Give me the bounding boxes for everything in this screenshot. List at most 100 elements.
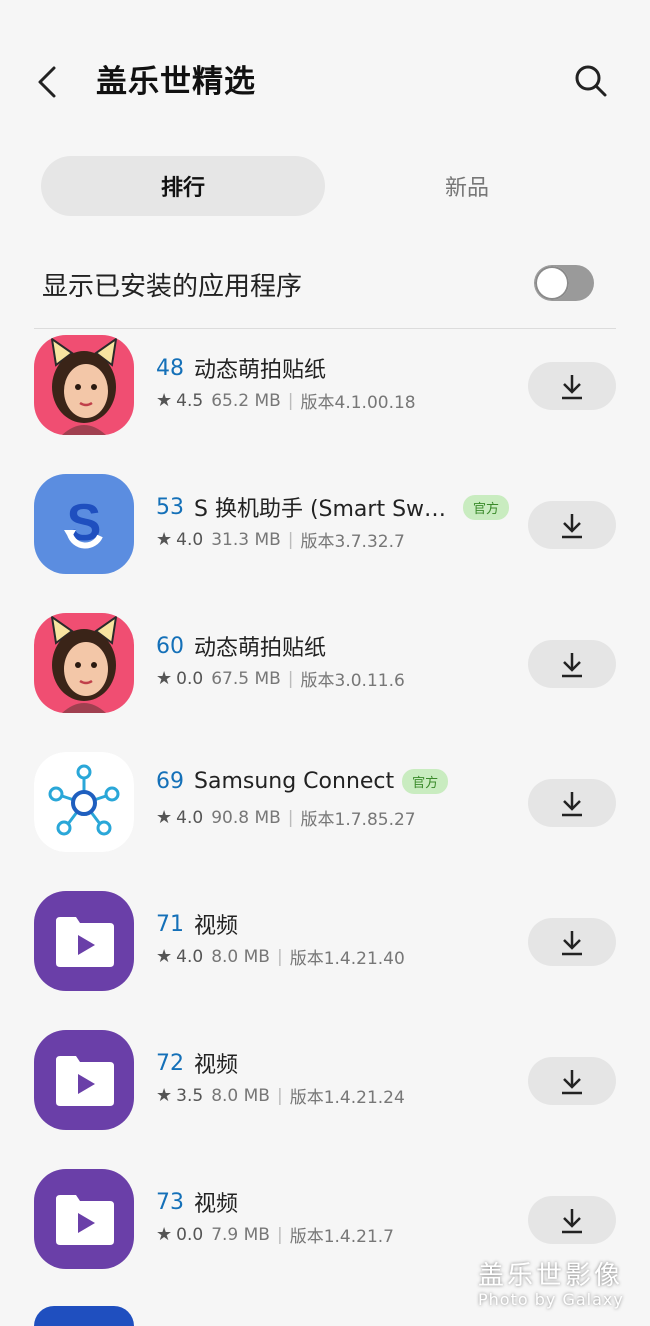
download-icon — [562, 514, 582, 539]
star-icon: ★ — [156, 1085, 173, 1106]
app-rank: 69 — [156, 769, 184, 794]
list-item[interactable]: 71 视频 ★ 4.0 8.0 MB | 版本1.4.21.40 — [0, 891, 650, 1030]
watermark-subtitle: Photo by Galaxy — [478, 1290, 624, 1309]
app-meta: ★ 4.0 8.0 MB | 版本1.4.21.40 — [156, 944, 405, 969]
show-installed-row: 显示已安装的应用程序 — [0, 250, 650, 320]
app-title: 53 S 换机助手 (Smart Switch) 官方 — [156, 491, 510, 523]
download-icon — [562, 931, 582, 956]
app-size: 65.2 MB — [211, 390, 281, 411]
app-rank: 71 — [156, 911, 184, 937]
app-size: 90.8 MB — [211, 807, 281, 828]
download-icon — [562, 653, 582, 678]
app-title: 73 视频 — [156, 1186, 238, 1218]
app-meta: ★ 0.0 67.5 MB | 版本3.0.11.6 — [156, 666, 405, 691]
search-icon[interactable] — [570, 60, 612, 102]
download-button[interactable] — [528, 1057, 616, 1105]
partial-app-icon — [34, 1306, 134, 1326]
toggle-knob — [535, 266, 569, 300]
app-rating: 4.0 — [176, 529, 204, 550]
app-rank: 48 — [156, 355, 184, 381]
back-arrow-icon[interactable] — [30, 60, 70, 104]
download-button[interactable] — [528, 362, 616, 410]
video-app-icon — [34, 891, 134, 991]
list-item[interactable]: 69 Samsung Connect 官方 ★ 4.0 90.8 MB | 版本… — [0, 752, 650, 891]
download-icon — [562, 792, 582, 817]
separator: | — [287, 390, 294, 411]
app-version: 版本1.7.85.27 — [300, 810, 416, 830]
app-size: 8.0 MB — [211, 946, 270, 967]
app-rank: 53 — [156, 494, 184, 520]
app-title: 69 Samsung Connect 官方 — [156, 769, 449, 794]
star-icon: ★ — [156, 668, 173, 689]
app-title: 71 视频 — [156, 908, 238, 940]
app-name: 动态萌拍贴纸 — [194, 358, 327, 383]
list-item[interactable]: 72 视频 ★ 3.5 8.0 MB | 版本1.4.21.24 — [0, 1030, 650, 1169]
list-item[interactable]: S 53 S 换机助手 (Smart Switch) 官方 ★ 4.0 31.3… — [0, 474, 650, 613]
video-app-icon — [34, 1169, 134, 1269]
separator: | — [276, 1085, 283, 1106]
app-meta: ★ 0.0 7.9 MB | 版本1.4.21.7 — [156, 1222, 394, 1247]
separator: | — [276, 1224, 283, 1245]
download-button[interactable] — [528, 501, 616, 549]
app-size: 67.5 MB — [211, 668, 281, 689]
separator: | — [276, 946, 283, 967]
ar-emoji-sticker-icon — [34, 613, 134, 713]
watermark-title: 盖乐世影像 — [478, 1261, 624, 1291]
official-badge: 官方 — [402, 769, 449, 794]
app-version: 版本3.0.11.6 — [300, 671, 405, 691]
app-version: 版本1.4.21.40 — [289, 949, 405, 969]
app-version: 版本4.1.00.18 — [300, 393, 416, 413]
download-button[interactable] — [528, 640, 616, 688]
star-icon: ★ — [156, 390, 173, 411]
show-installed-toggle[interactable] — [534, 265, 594, 301]
app-rating: 4.0 — [176, 807, 204, 828]
app-version: 版本1.4.21.24 — [289, 1088, 405, 1108]
app-title: 48 动态萌拍贴纸 — [156, 352, 326, 384]
samsung-connect-icon — [34, 752, 134, 852]
page-title: 盖乐世精选 — [96, 64, 256, 100]
app-rank: 60 — [156, 633, 184, 659]
star-icon: ★ — [156, 529, 173, 550]
app-meta: ★ 4.0 90.8 MB | 版本1.7.85.27 — [156, 805, 416, 830]
watermark: 盖乐世影像 Photo by Galaxy — [478, 1255, 624, 1309]
download-icon — [562, 375, 582, 400]
download-button[interactable] — [528, 1196, 616, 1244]
separator: | — [287, 668, 294, 689]
ar-emoji-sticker-icon — [34, 335, 134, 435]
app-size: 8.0 MB — [211, 1085, 270, 1106]
app-version: 版本1.4.21.7 — [289, 1227, 394, 1247]
app-title: 72 视频 — [156, 1047, 238, 1079]
app-meta: ★ 4.5 65.2 MB | 版本4.1.00.18 — [156, 388, 416, 413]
app-name: S 换机助手 (Smart Switch) — [194, 497, 449, 522]
header: 盖乐世精选 — [0, 0, 650, 160]
tab-ranking[interactable]: 排行 — [41, 156, 325, 216]
smart-switch-icon: S — [34, 474, 134, 574]
show-installed-label: 显示已安装的应用程序 — [42, 272, 303, 302]
app-rank: 72 — [156, 1050, 184, 1076]
download-icon — [562, 1209, 582, 1234]
star-icon: ★ — [156, 1224, 173, 1245]
download-icon — [562, 1070, 582, 1095]
separator: | — [287, 529, 294, 550]
list-item[interactable]: 48 动态萌拍贴纸 ★ 4.5 65.2 MB | 版本4.1.00.18 — [0, 335, 650, 474]
list-item[interactable]: 60 动态萌拍贴纸 ★ 0.0 67.5 MB | 版本3.0.11.6 — [0, 613, 650, 752]
video-app-icon — [34, 1030, 134, 1130]
app-rank: 73 — [156, 1189, 184, 1215]
separator: | — [287, 807, 294, 828]
tab-new[interactable]: 新品 — [325, 156, 609, 216]
app-name: 视频 — [194, 1053, 239, 1078]
app-size: 7.9 MB — [211, 1224, 270, 1245]
app-rating: 0.0 — [176, 1224, 204, 1245]
app-size: 31.3 MB — [211, 529, 281, 550]
app-rating: 0.0 — [176, 668, 204, 689]
app-name: 视频 — [194, 914, 239, 939]
app-title: 60 动态萌拍贴纸 — [156, 630, 326, 662]
download-button[interactable] — [528, 779, 616, 827]
app-version: 版本3.7.32.7 — [300, 532, 405, 552]
app-meta: ★ 4.0 31.3 MB | 版本3.7.32.7 — [156, 527, 405, 552]
star-icon: ★ — [156, 946, 173, 967]
download-button[interactable] — [528, 918, 616, 966]
app-rating: 3.5 — [176, 1085, 204, 1106]
app-rating: 4.0 — [176, 946, 204, 967]
app-rating: 4.5 — [176, 390, 204, 411]
